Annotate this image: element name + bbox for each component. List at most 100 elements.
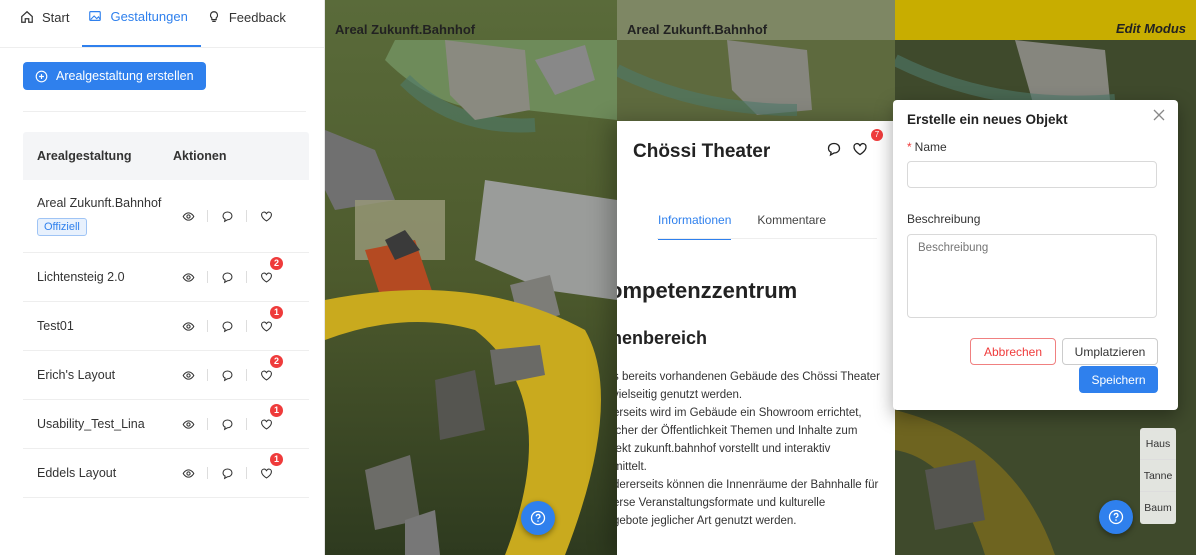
content-paragraph: s bereits vorhandenen Gebäude des Chössi… [617,368,893,530]
palette-item-baum[interactable]: Baum [1140,492,1176,524]
comment-button[interactable] [214,414,240,434]
like-button[interactable]: 1 [253,453,283,483]
lightbulb-icon [209,11,218,22]
like-button[interactable]: 1 [253,404,283,434]
paragraph-line: erse Veranstaltungsformate und kulturell… [617,497,826,509]
like-button[interactable] [253,206,279,226]
name-input[interactable] [907,161,1157,188]
row-actions: 2 [175,355,283,385]
row-name: Usability_Test_Lina [37,417,145,431]
divider [23,111,306,112]
arealgestaltung-table: Arealgestaltung Aktionen Areal Zukunft.B… [23,132,309,498]
name-label-text: Name [914,140,947,154]
heart-icon [260,370,272,381]
like-count-badge: 2 [270,355,283,368]
paragraph-line: jekt zukunft.bahnhof vorstellt und inter… [617,443,831,455]
relocate-button[interactable]: Umplatzieren [1062,338,1158,365]
image-icon [89,11,102,21]
view-button[interactable] [175,414,201,434]
nav-gestaltungen[interactable]: Gestaltungen [82,0,201,47]
help-button[interactable] [521,501,555,535]
map-3d-scene[interactable] [325,0,617,555]
row-name-cell: Lichtensteig 2.0 [23,270,175,284]
heart-icon [260,272,272,283]
view-button[interactable] [175,365,201,385]
object-detail-panel: Chössi Theater 7 Informationen Kommentar… [617,121,895,555]
like-count-badge: 1 [270,306,283,319]
heart-icon[interactable] [852,141,868,157]
row-name-cell: Usability_Test_Lina [23,417,175,431]
comment-icon [222,370,232,381]
tab-informationen[interactable]: Informationen [658,213,732,240]
help-button[interactable] [1099,500,1133,534]
row-name: Erich's Layout [37,368,116,382]
paragraph-line: dererseits können die Innenräume der Bah… [617,479,879,491]
view-button[interactable] [175,463,201,483]
comment-icon [222,468,232,479]
tab-kommentare[interactable]: Kommentare [757,213,826,240]
comment-icon[interactable] [826,141,842,157]
status-badge: Offiziell [37,218,87,236]
tab-divider [657,238,877,239]
comment-icon [222,211,232,222]
paragraph-line: gebote jeglicher Art genutzt werden. [617,515,797,527]
edit-mode-bar: Edit Modus [895,0,1196,40]
row-name-cell: Test01 [23,319,175,333]
heart-icon [260,211,272,222]
comment-icon [222,272,232,283]
plus-circle-icon [35,70,48,82]
eye-icon [182,468,194,478]
question-circle-icon [530,510,546,526]
divider [246,369,247,381]
content-subheading: nenbereich [617,328,708,348]
like-count-badge: 7 [871,129,883,141]
edit-mode-label: Edit Modus [1115,21,1186,36]
heart-icon [260,468,272,479]
divider [207,369,208,381]
eye-icon [182,419,194,429]
paragraph-line: erseits wird im Gebäude ein Showroom err… [617,407,862,419]
row-name: Eddels Layout [37,466,117,480]
like-button[interactable]: 2 [253,257,283,287]
table-row: Eddels Layout 1 [23,449,309,498]
description-textarea[interactable] [907,234,1157,318]
like-count-badge: 1 [270,453,283,466]
comment-button[interactable] [214,365,240,385]
comment-button[interactable] [214,267,240,287]
divider [207,320,208,332]
row-actions: 2 [175,257,283,287]
nav-feedback-label: Feedback [228,9,286,25]
eye-icon [182,211,194,221]
paragraph-line: mittelt. [617,461,647,473]
cancel-button[interactable]: Abbrechen [970,338,1056,365]
nav-feedback[interactable]: Feedback [201,0,299,47]
description-label: Beschreibung [907,212,981,226]
divider [246,467,247,479]
eye-icon [182,321,194,331]
table-header: Arealgestaltung Aktionen [23,132,309,180]
header-actions: Aktionen [173,149,227,163]
map-view-1[interactable]: Areal Zukunft.Bahnhof [325,0,617,555]
comment-button[interactable] [214,463,240,483]
comment-icon [222,419,232,430]
nav-start[interactable]: Start [14,0,82,47]
divider [246,271,247,283]
create-arealgestaltung-button[interactable]: Arealgestaltung erstellen [23,62,206,90]
like-count-badge: 2 [270,257,283,270]
view-button[interactable] [175,267,201,287]
like-button[interactable]: 2 [253,355,283,385]
like-button[interactable]: 1 [253,306,283,336]
comment-button[interactable] [214,316,240,336]
view-button[interactable] [175,316,201,336]
divider [246,418,247,430]
heart-icon [260,419,272,430]
save-button[interactable]: Speichern [1079,366,1158,393]
question-circle-icon [1108,509,1124,525]
comment-button[interactable] [214,206,240,226]
view-button[interactable] [175,206,201,226]
divider [207,210,208,222]
palette-item-haus[interactable]: Haus [1140,428,1176,460]
palette-item-tanne[interactable]: Tanne [1140,460,1176,492]
row-name-cell: Erich's Layout [23,368,175,382]
close-icon[interactable] [1152,108,1166,122]
